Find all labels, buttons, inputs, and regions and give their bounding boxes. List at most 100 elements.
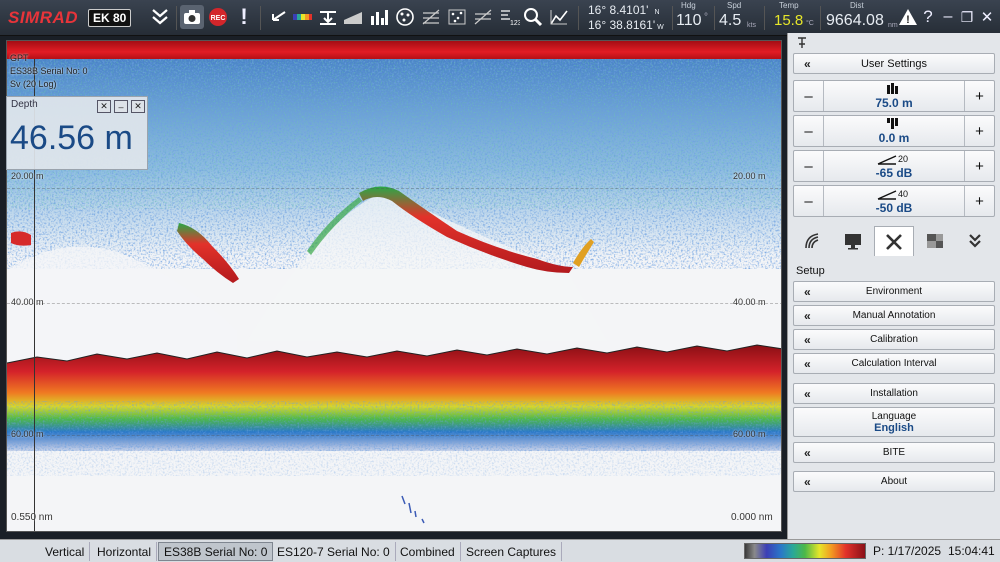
alert-icon[interactable]: !: [232, 4, 256, 29]
start-range-icon: [824, 118, 964, 132]
calculation-interval-button[interactable]: « Calculation Interval: [793, 353, 995, 374]
depth-label-left: 40.00 m: [11, 297, 44, 307]
chevron-left-icon: «: [804, 284, 811, 299]
close-box-icon[interactable]: ✕: [131, 100, 145, 113]
chevron-left-icon: «: [804, 308, 811, 323]
gain-40-stepper: – 40 -50 dB +: [793, 185, 995, 217]
range-minus-button[interactable]: –: [794, 81, 824, 111]
temp-unit: °C: [806, 20, 814, 27]
setup-heading: Setup: [796, 265, 825, 277]
start-plus-button[interactable]: +: [964, 116, 994, 146]
bar-chart-icon[interactable]: [367, 5, 391, 29]
installation-button[interactable]: « Installation: [793, 383, 995, 404]
tab-es38b[interactable]: ES38B Serial No: 0: [158, 542, 274, 561]
gain-value: -65 dB: [875, 166, 913, 180]
depth-value: 46.56 m: [10, 119, 133, 157]
model-badge: EK 80: [88, 9, 132, 27]
monitor-icon[interactable]: [833, 226, 873, 256]
tools-icon[interactable]: [874, 226, 914, 256]
start-range-stepper: – 0.0 m +: [793, 115, 995, 147]
hdg-unit: °: [704, 12, 708, 23]
zoom-icon[interactable]: [521, 5, 545, 29]
language-label: Language: [871, 410, 917, 422]
gain-plus-button[interactable]: +: [964, 151, 994, 181]
chevron-left-icon: «: [804, 56, 811, 71]
color-bar-icon[interactable]: [290, 5, 314, 29]
bottom-icon[interactable]: [341, 5, 365, 29]
language-button[interactable]: Language English: [793, 407, 995, 437]
dist-label: Dist: [850, 1, 864, 10]
svg-text:!: !: [906, 14, 910, 26]
tvg-20-icon: 20: [824, 153, 964, 167]
close-icon[interactable]: ✕: [975, 5, 999, 29]
grid-icon[interactable]: [419, 5, 443, 29]
depth-label-right: 40.00 m: [733, 297, 766, 307]
pin-icon[interactable]: [796, 37, 808, 49]
depth-title: Depth: [11, 99, 38, 110]
depth-marker-icon[interactable]: [316, 5, 340, 29]
tools-icon[interactable]: ✕: [97, 100, 111, 113]
gain-40-plus-button[interactable]: +: [964, 186, 994, 216]
range-icon: [824, 83, 964, 97]
svg-text:REC: REC: [211, 15, 226, 22]
tab-combined[interactable]: Combined: [395, 542, 461, 561]
range-stepper: – 75.0 m +: [793, 80, 995, 112]
windows-icon[interactable]: [915, 226, 955, 256]
user-settings-button[interactable]: « User Settings: [793, 53, 995, 74]
longitude-readout: 16° 38.8161' W: [588, 18, 664, 32]
depth-label-right: 60.00 m: [733, 429, 766, 439]
double-chevron-down-icon[interactable]: [148, 5, 172, 29]
tvg-40-icon: 40: [824, 188, 964, 202]
depth-label-right: 20.00 m: [733, 171, 766, 181]
tab-horizontal[interactable]: Horizontal: [92, 542, 158, 561]
arrow-left-icon[interactable]: [266, 5, 290, 29]
record-icon[interactable]: REC: [206, 5, 230, 29]
bottom-tabbar: Vertical Horizontal ES38B Serial No: 0 E…: [0, 539, 1000, 562]
brand-logo: SIMRAD: [8, 8, 79, 27]
echo-info-line: GPT: [10, 53, 29, 63]
manual-annotation-button[interactable]: « Manual Annotation: [793, 305, 995, 326]
color-scale-bar[interactable]: [744, 543, 866, 559]
chevron-left-icon: «: [804, 445, 811, 460]
calibration-button[interactable]: « Calibration: [793, 329, 995, 350]
tab-vertical[interactable]: Vertical: [40, 542, 91, 561]
depth-label-left: 60.00 m: [11, 429, 44, 439]
svg-text:123: 123: [510, 20, 520, 27]
camera-icon[interactable]: [180, 5, 204, 29]
numbers-icon[interactable]: 123: [497, 5, 521, 29]
environment-button[interactable]: « Environment: [793, 281, 995, 302]
scatter-icon[interactable]: [445, 5, 469, 29]
waves-icon[interactable]: [471, 5, 495, 29]
tab-es120[interactable]: ES120-7 Serial No: 0: [272, 542, 396, 561]
status-time: 15:04:41: [948, 544, 995, 558]
range-plus-button[interactable]: +: [964, 81, 994, 111]
bite-button[interactable]: « BITE: [793, 442, 995, 463]
minimize-box-icon[interactable]: –: [114, 100, 128, 113]
chevron-left-icon: «: [804, 386, 811, 401]
temp-value: 15.8: [774, 12, 804, 29]
temp-label: Temp: [779, 1, 799, 10]
arrows-down-icon[interactable]: [955, 226, 995, 256]
tab-screen-captures[interactable]: Screen Captures: [461, 542, 563, 561]
panel-tabs: [788, 226, 1000, 258]
gain-40-value: -50 dB: [875, 201, 913, 215]
about-button[interactable]: « About: [793, 471, 995, 492]
dist-value: 9664.08: [826, 12, 884, 29]
spd-unit: kts: [747, 22, 756, 29]
gain-minus-button[interactable]: –: [794, 151, 824, 181]
signal-icon[interactable]: [793, 226, 833, 256]
hdg-label: Hdg: [681, 1, 696, 10]
hdg-value: 110: [676, 12, 702, 29]
depth-line-40: [7, 303, 781, 304]
depth-label-left: 20.00 m: [11, 171, 44, 181]
chart-icon[interactable]: [547, 5, 571, 29]
latitude-readout: 16° 8.4101' N: [588, 3, 660, 17]
echo-info-line: Sv (20 Log): [10, 79, 57, 89]
surface-strip: [7, 41, 781, 59]
depth-line-60: [7, 435, 781, 436]
echo-info-line: ES38B Serial No: 0: [10, 66, 88, 76]
gain-40-minus-button[interactable]: –: [794, 186, 824, 216]
target-icon[interactable]: [393, 5, 417, 29]
start-minus-button[interactable]: –: [794, 116, 824, 146]
depth-readout-box[interactable]: Depth ✕ – ✕ 46.56 m: [6, 96, 148, 170]
